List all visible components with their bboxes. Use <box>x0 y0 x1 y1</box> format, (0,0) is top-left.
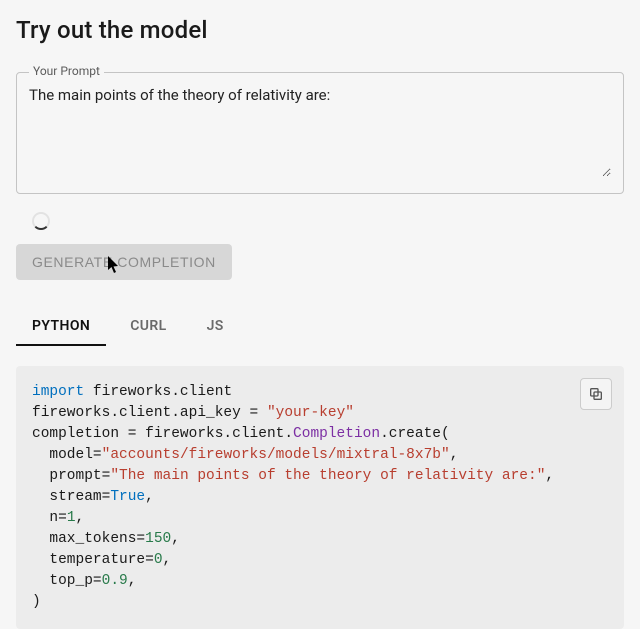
code-block: import fireworks.client fireworks.client… <box>16 366 624 629</box>
tab-js[interactable]: JS <box>191 310 240 346</box>
generate-completion-button[interactable]: GENERATE COMPLETION <box>16 244 232 280</box>
spinner-icon <box>32 212 50 230</box>
prompt-field[interactable]: Your Prompt <box>16 72 624 194</box>
code-tabs: PYTHON CURL JS <box>16 310 624 346</box>
loading-row <box>32 212 624 232</box>
tab-curl[interactable]: CURL <box>114 310 182 346</box>
prompt-input[interactable] <box>29 85 611 177</box>
tab-python[interactable]: PYTHON <box>16 310 106 346</box>
copy-icon <box>588 386 604 402</box>
code-pre: import fireworks.client fireworks.client… <box>32 382 608 613</box>
page-title: Try out the model <box>16 16 624 44</box>
prompt-label: Your Prompt <box>29 64 104 78</box>
copy-code-button[interactable] <box>580 378 612 410</box>
